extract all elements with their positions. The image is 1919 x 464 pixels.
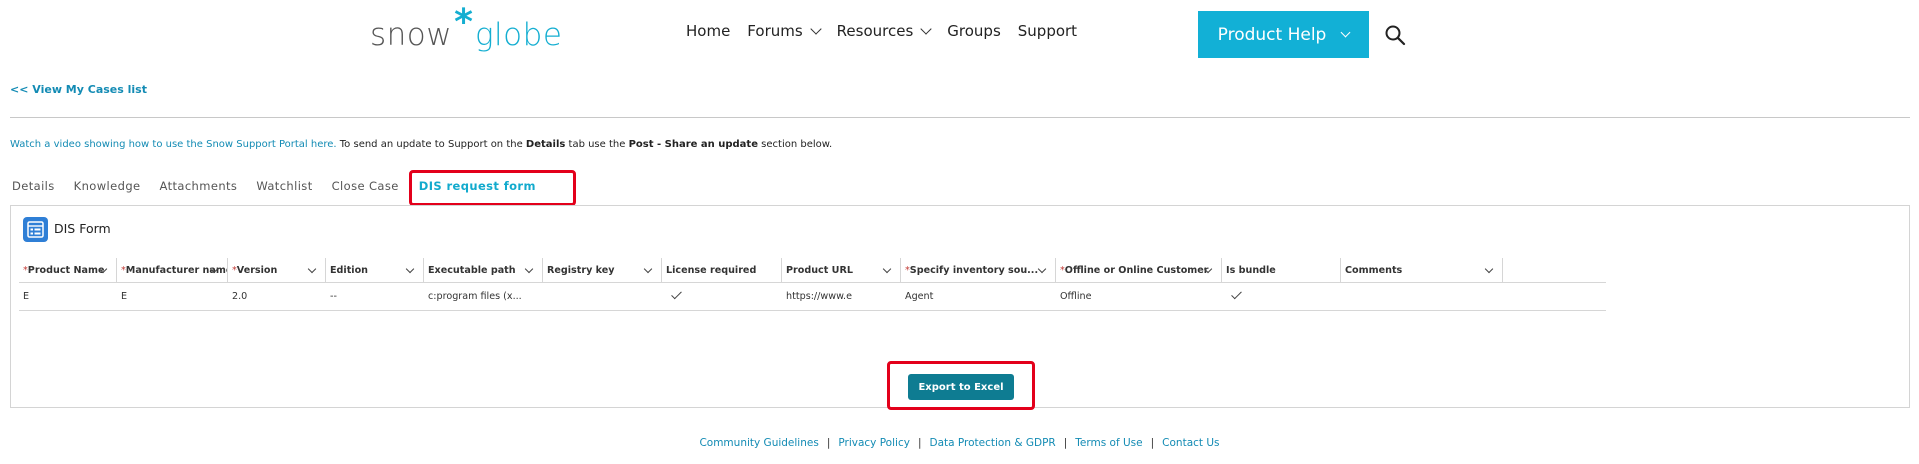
nav-item-groups[interactable]: Groups bbox=[947, 22, 1000, 40]
search-icon[interactable] bbox=[1384, 24, 1406, 46]
checkmark-icon bbox=[671, 288, 682, 300]
footer-separator: | bbox=[917, 437, 922, 449]
cell-product-url: https://www.e bbox=[786, 291, 852, 302]
logo-word-globe: globe bbox=[474, 17, 563, 53]
cell-version: 2.0 bbox=[232, 291, 248, 302]
cell-license-required bbox=[662, 283, 782, 311]
footer-link-contact-us[interactable]: Contact Us bbox=[1162, 437, 1219, 449]
cell-edition: -- bbox=[330, 291, 337, 302]
chevron-down-icon[interactable] bbox=[643, 264, 653, 274]
footer-link-privacy-policy[interactable]: Privacy Policy bbox=[838, 437, 910, 449]
tab-details[interactable]: Details bbox=[12, 179, 55, 193]
nav-item-label: Resources bbox=[836, 22, 914, 40]
nav-item-home[interactable]: Home bbox=[686, 22, 730, 40]
video-help-link[interactable]: Watch a video showing how to use the Sno… bbox=[10, 139, 337, 150]
footer-separator: | bbox=[1150, 437, 1155, 449]
main-nav: Home Forums Resources Groups Support bbox=[686, 22, 1094, 40]
cell-product-name: E bbox=[23, 291, 30, 302]
info-text: Watch a video showing how to use the Sno… bbox=[10, 139, 832, 150]
column-header-edition[interactable]: Edition bbox=[326, 258, 424, 283]
column-header-version[interactable]: *Version bbox=[228, 258, 326, 283]
column-header-product-name[interactable]: *Product Name bbox=[19, 258, 117, 283]
logo-star-icon: * bbox=[454, 2, 473, 43]
footer-link-terms-of-use[interactable]: Terms of Use bbox=[1075, 437, 1142, 449]
cell-executable-path: c:program files (x... bbox=[428, 291, 522, 302]
divider bbox=[10, 117, 1910, 118]
info-bold-post: Post - Share an update bbox=[628, 139, 758, 150]
highlight-box bbox=[887, 361, 1035, 410]
footer-link-data-protection[interactable]: Data Protection & GDPR bbox=[929, 437, 1055, 449]
chevron-down-icon[interactable] bbox=[1037, 264, 1047, 274]
site-footer: Community Guidelines | Privacy Policy | … bbox=[0, 437, 1919, 449]
info-text-part: To send an update to Support on the bbox=[336, 139, 526, 150]
table-header: *Product Name *Manufacturer name *Versio… bbox=[19, 258, 1606, 283]
nav-item-label: Groups bbox=[947, 22, 1001, 40]
form-icon bbox=[23, 217, 48, 242]
column-header-executable-path[interactable]: Executable path bbox=[424, 258, 543, 283]
tab-watchlist[interactable]: Watchlist bbox=[256, 179, 312, 193]
tab-close-case[interactable]: Close Case bbox=[332, 179, 399, 193]
product-help-button[interactable]: Product Help bbox=[1198, 11, 1369, 58]
cell-is-bundle bbox=[1222, 283, 1341, 311]
footer-separator: | bbox=[1063, 437, 1068, 449]
nav-item-label: Support bbox=[1017, 22, 1078, 40]
dis-form-table: *Product Name *Manufacturer name *Versio… bbox=[19, 258, 1606, 311]
chevron-down-icon[interactable] bbox=[882, 264, 892, 274]
nav-item-label: Home bbox=[686, 22, 731, 40]
column-header-comments[interactable]: Comments bbox=[1341, 258, 1503, 283]
cell-registry-key bbox=[543, 283, 662, 311]
cell-offline-online: Offline bbox=[1060, 291, 1092, 302]
chevron-down-icon bbox=[1340, 27, 1351, 38]
nav-item-support[interactable]: Support bbox=[1018, 22, 1077, 40]
product-help-label: Product Help bbox=[1217, 24, 1327, 45]
column-header-product-url[interactable]: Product URL bbox=[782, 258, 901, 283]
column-header-is-bundle[interactable]: Is bundle bbox=[1222, 258, 1341, 283]
panel-title: DIS Form bbox=[54, 221, 111, 236]
column-header-registry-key[interactable]: Registry key bbox=[543, 258, 662, 283]
chevron-down-icon bbox=[810, 23, 822, 35]
chevron-down-icon[interactable] bbox=[307, 264, 317, 274]
info-bold-details: Details bbox=[525, 139, 566, 150]
chevron-down-icon bbox=[920, 23, 932, 35]
view-my-cases-link[interactable]: << View My Cases list bbox=[10, 83, 147, 96]
cell-manufacturer: E bbox=[121, 291, 128, 302]
nav-item-resources[interactable]: Resources bbox=[836, 22, 932, 40]
column-header-license-required[interactable]: License required bbox=[662, 258, 782, 283]
chevron-down-icon[interactable] bbox=[1484, 264, 1494, 274]
cell-inventory-source: Agent bbox=[905, 291, 934, 302]
info-text-part: section below. bbox=[757, 139, 833, 150]
chevron-down-icon[interactable] bbox=[405, 264, 415, 274]
footer-separator: | bbox=[826, 437, 831, 449]
cell-comments bbox=[1341, 283, 1503, 311]
snow-globe-logo[interactable]: snow * globe bbox=[370, 2, 563, 62]
logo-word-snow: snow bbox=[370, 17, 453, 53]
nav-item-forums[interactable]: Forums bbox=[747, 22, 822, 40]
checkmark-icon bbox=[1231, 288, 1242, 300]
footer-link-community-guidelines[interactable]: Community Guidelines bbox=[699, 437, 818, 449]
table-row[interactable]: E E 2.0 -- c:program files (x... https:/… bbox=[19, 283, 1606, 311]
info-text-part: tab use the bbox=[565, 139, 629, 150]
column-header-offline-online[interactable]: *Offline or Online Customer bbox=[1056, 258, 1222, 283]
nav-item-label: Forums bbox=[747, 22, 803, 40]
column-header-manufacturer[interactable]: *Manufacturer name bbox=[117, 258, 228, 283]
tab-knowledge[interactable]: Knowledge bbox=[74, 179, 141, 193]
column-header-inventory-source[interactable]: *Specify inventory sou... bbox=[901, 258, 1056, 283]
highlight-box bbox=[409, 170, 576, 206]
site-header: snow * globe Home Forums Resources Group… bbox=[0, 0, 1919, 70]
chevron-down-icon[interactable] bbox=[524, 264, 534, 274]
tab-attachments[interactable]: Attachments bbox=[160, 179, 238, 193]
